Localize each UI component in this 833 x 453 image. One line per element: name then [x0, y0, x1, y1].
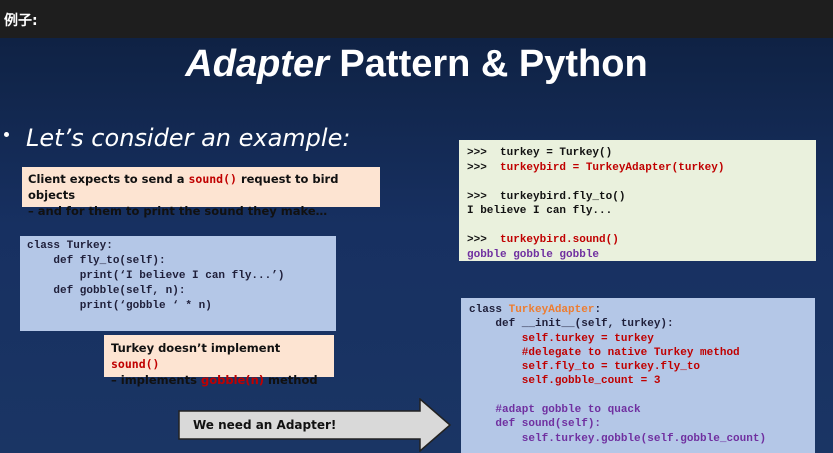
code-line: class Turkey: — [27, 240, 113, 252]
top-bar: 例子: — [0, 0, 833, 38]
code-line: self.fly_to = turkey.fly_to — [469, 361, 701, 374]
client-note: Client expects to send a sound() request… — [22, 167, 380, 218]
prompt: >>> — [467, 147, 501, 159]
code-line: print(‘gobble ‘ * n) — [27, 300, 212, 312]
code-line: def sound(self): — [469, 418, 602, 431]
turkey-note-part1: Turkey doesn’t implement — [111, 341, 281, 355]
slide: Adapter Pattern & Python Let’s consider … — [0, 38, 833, 453]
console-line: turkeybird.fly_to() — [500, 190, 626, 203]
code-line: print(‘I believe I can fly...’) — [27, 270, 285, 282]
code-line: def fly_to(self): — [27, 255, 166, 267]
code-line: def gobble(self, n): — [27, 285, 186, 297]
slide-title-italic: Adapter — [185, 43, 329, 85]
turkey-class-code: class Turkey: def fly_to(self): print(‘I… — [20, 236, 336, 331]
console-line: turkeybird = TurkeyAdapter(turkey) — [500, 161, 725, 174]
code-line: self.turkey.gobble(self.gobble_count) — [469, 432, 767, 445]
code-keyword: class — [469, 304, 509, 316]
class-name: TurkeyAdapter — [508, 304, 595, 316]
code-line: def __init__(self, turkey): — [469, 318, 674, 331]
client-note-part1: Client expects to send a — [28, 172, 189, 186]
turkey-adapter-code: class TurkeyAdapter: def __init__(self, … — [461, 298, 815, 453]
prompt: >>> — [467, 190, 501, 203]
bullet-text: Let’s consider an example: — [26, 124, 351, 152]
slide-title: Adapter Pattern & Python — [0, 43, 833, 86]
arrow-label: We need an Adapter! — [193, 418, 337, 432]
bullet-icon — [4, 132, 9, 137]
code-colon: : — [594, 304, 602, 316]
turkey-note-part2: – implements — [111, 373, 201, 387]
header-label: 例子: — [4, 13, 38, 29]
console-line: turkey = Turkey() — [500, 147, 613, 159]
client-note-code: sound() — [188, 172, 237, 186]
code-line: self.gobble_count = 3 — [469, 375, 661, 388]
turkey-note-code2: gobble(n) — [200, 373, 265, 387]
turkey-note-code: sound() — [111, 357, 160, 371]
slide-title-rest: Pattern & Python — [328, 43, 648, 85]
console-output: gobble gobble gobble — [467, 248, 600, 261]
code-line: self.turkey = turkey — [469, 332, 654, 345]
console-line: turkeybird.sound() — [500, 234, 619, 246]
prompt: >>> — [467, 234, 501, 246]
prompt: >>> — [467, 161, 501, 174]
code-line: #adapt gobble to quack — [469, 404, 641, 417]
console-output: I believe I can fly... — [467, 205, 613, 217]
turkey-note: Turkey doesn’t implement sound() – imple… — [104, 335, 334, 387]
python-console: >>> turkey = Turkey() >>> turkeybird = Tu… — [459, 140, 816, 261]
code-line: #delegate to native Turkey method — [469, 346, 740, 359]
client-note-line2: – and for them to print the sound they m… — [28, 204, 328, 218]
turkey-note-part3: method — [264, 373, 318, 387]
